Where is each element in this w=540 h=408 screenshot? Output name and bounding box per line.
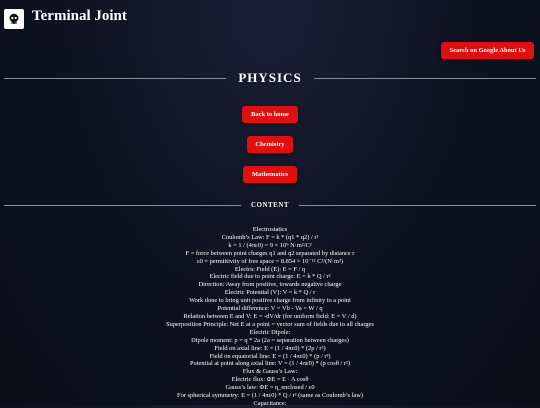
content-line: Electrostatics — [252, 226, 288, 233]
chemistry-button[interactable]: Chemistry — [247, 136, 293, 153]
content-line: Capacitance: — [253, 399, 287, 407]
content-line: Potential at point along axial line: V =… — [190, 360, 350, 368]
back-to-home-button[interactable]: Back to home — [242, 106, 298, 123]
content-line: Flux & Gauss’s Law: — [242, 368, 298, 376]
content-line: Gauss’s law: ΦE = q_enclosed / ε0 — [225, 384, 315, 392]
content-body: Electrostatics Coulomb’s Law: F = k * (q1… — [0, 226, 540, 408]
divider-right — [313, 77, 537, 79]
page-title: PHYSICS — [238, 70, 302, 85]
content-heading: CONTENT — [250, 201, 290, 209]
search-google-button[interactable]: Search on Google About Us — [441, 42, 534, 59]
content-line: ε0 = permittivity of free space = 8.854 … — [196, 257, 344, 265]
site-logo[interactable] — [4, 9, 24, 29]
content-line: Superposition Principle: Net E at a poin… — [166, 320, 374, 328]
content-line: Relation between E and V: E = -dV/dr (fo… — [183, 312, 357, 320]
content-line: Field on axial line: E = (1 / 4πε0) * (2… — [214, 344, 326, 352]
header-bar: Terminal Joint — [0, 0, 540, 40]
content-line: Electric field due to point charge: E = … — [209, 273, 331, 281]
content-line: Electric Field (E): E = F / q — [234, 265, 306, 273]
content-line: Dipole moment: p = q * 2a (2a = separati… — [191, 336, 349, 344]
content-line: Work done to bring unit positive charge … — [189, 297, 351, 305]
content-line: Electric Dipole: — [249, 328, 291, 336]
content-line: Electric flux: ΦE = E · A cosθ — [231, 376, 309, 384]
content-line: Coulomb’s Law: F = k * (q1 * q2) / r² — [221, 233, 319, 241]
mathematics-button[interactable]: Mathematics — [243, 166, 297, 183]
divider-left — [4, 204, 241, 206]
content-heading-row: CONTENT — [4, 200, 536, 210]
content-line: Field on equatorial line: E = (1 / 4πε0)… — [209, 352, 331, 360]
page-heading-row: PHYSICS — [4, 70, 537, 86]
content-line: Potential difference: V = Vb - Va = W / … — [217, 305, 323, 313]
content-line: F = force between point charges q1 and q… — [185, 249, 355, 257]
divider-right — [299, 204, 536, 206]
content-line: Direction: Away from positive, towards n… — [198, 281, 342, 289]
content-line: Electric Potential (V): V = k * Q / r — [224, 289, 316, 297]
divider-left — [4, 77, 227, 79]
site-title[interactable]: Terminal Joint — [32, 8, 127, 25]
skull-logo-icon — [9, 13, 19, 24]
content-line: k = 1 / (4πε0) = 9 × 10⁹ N·m²/C² — [228, 241, 312, 249]
content-line: For spherical symmetry: E = (1 / 4πε0) *… — [177, 392, 363, 400]
